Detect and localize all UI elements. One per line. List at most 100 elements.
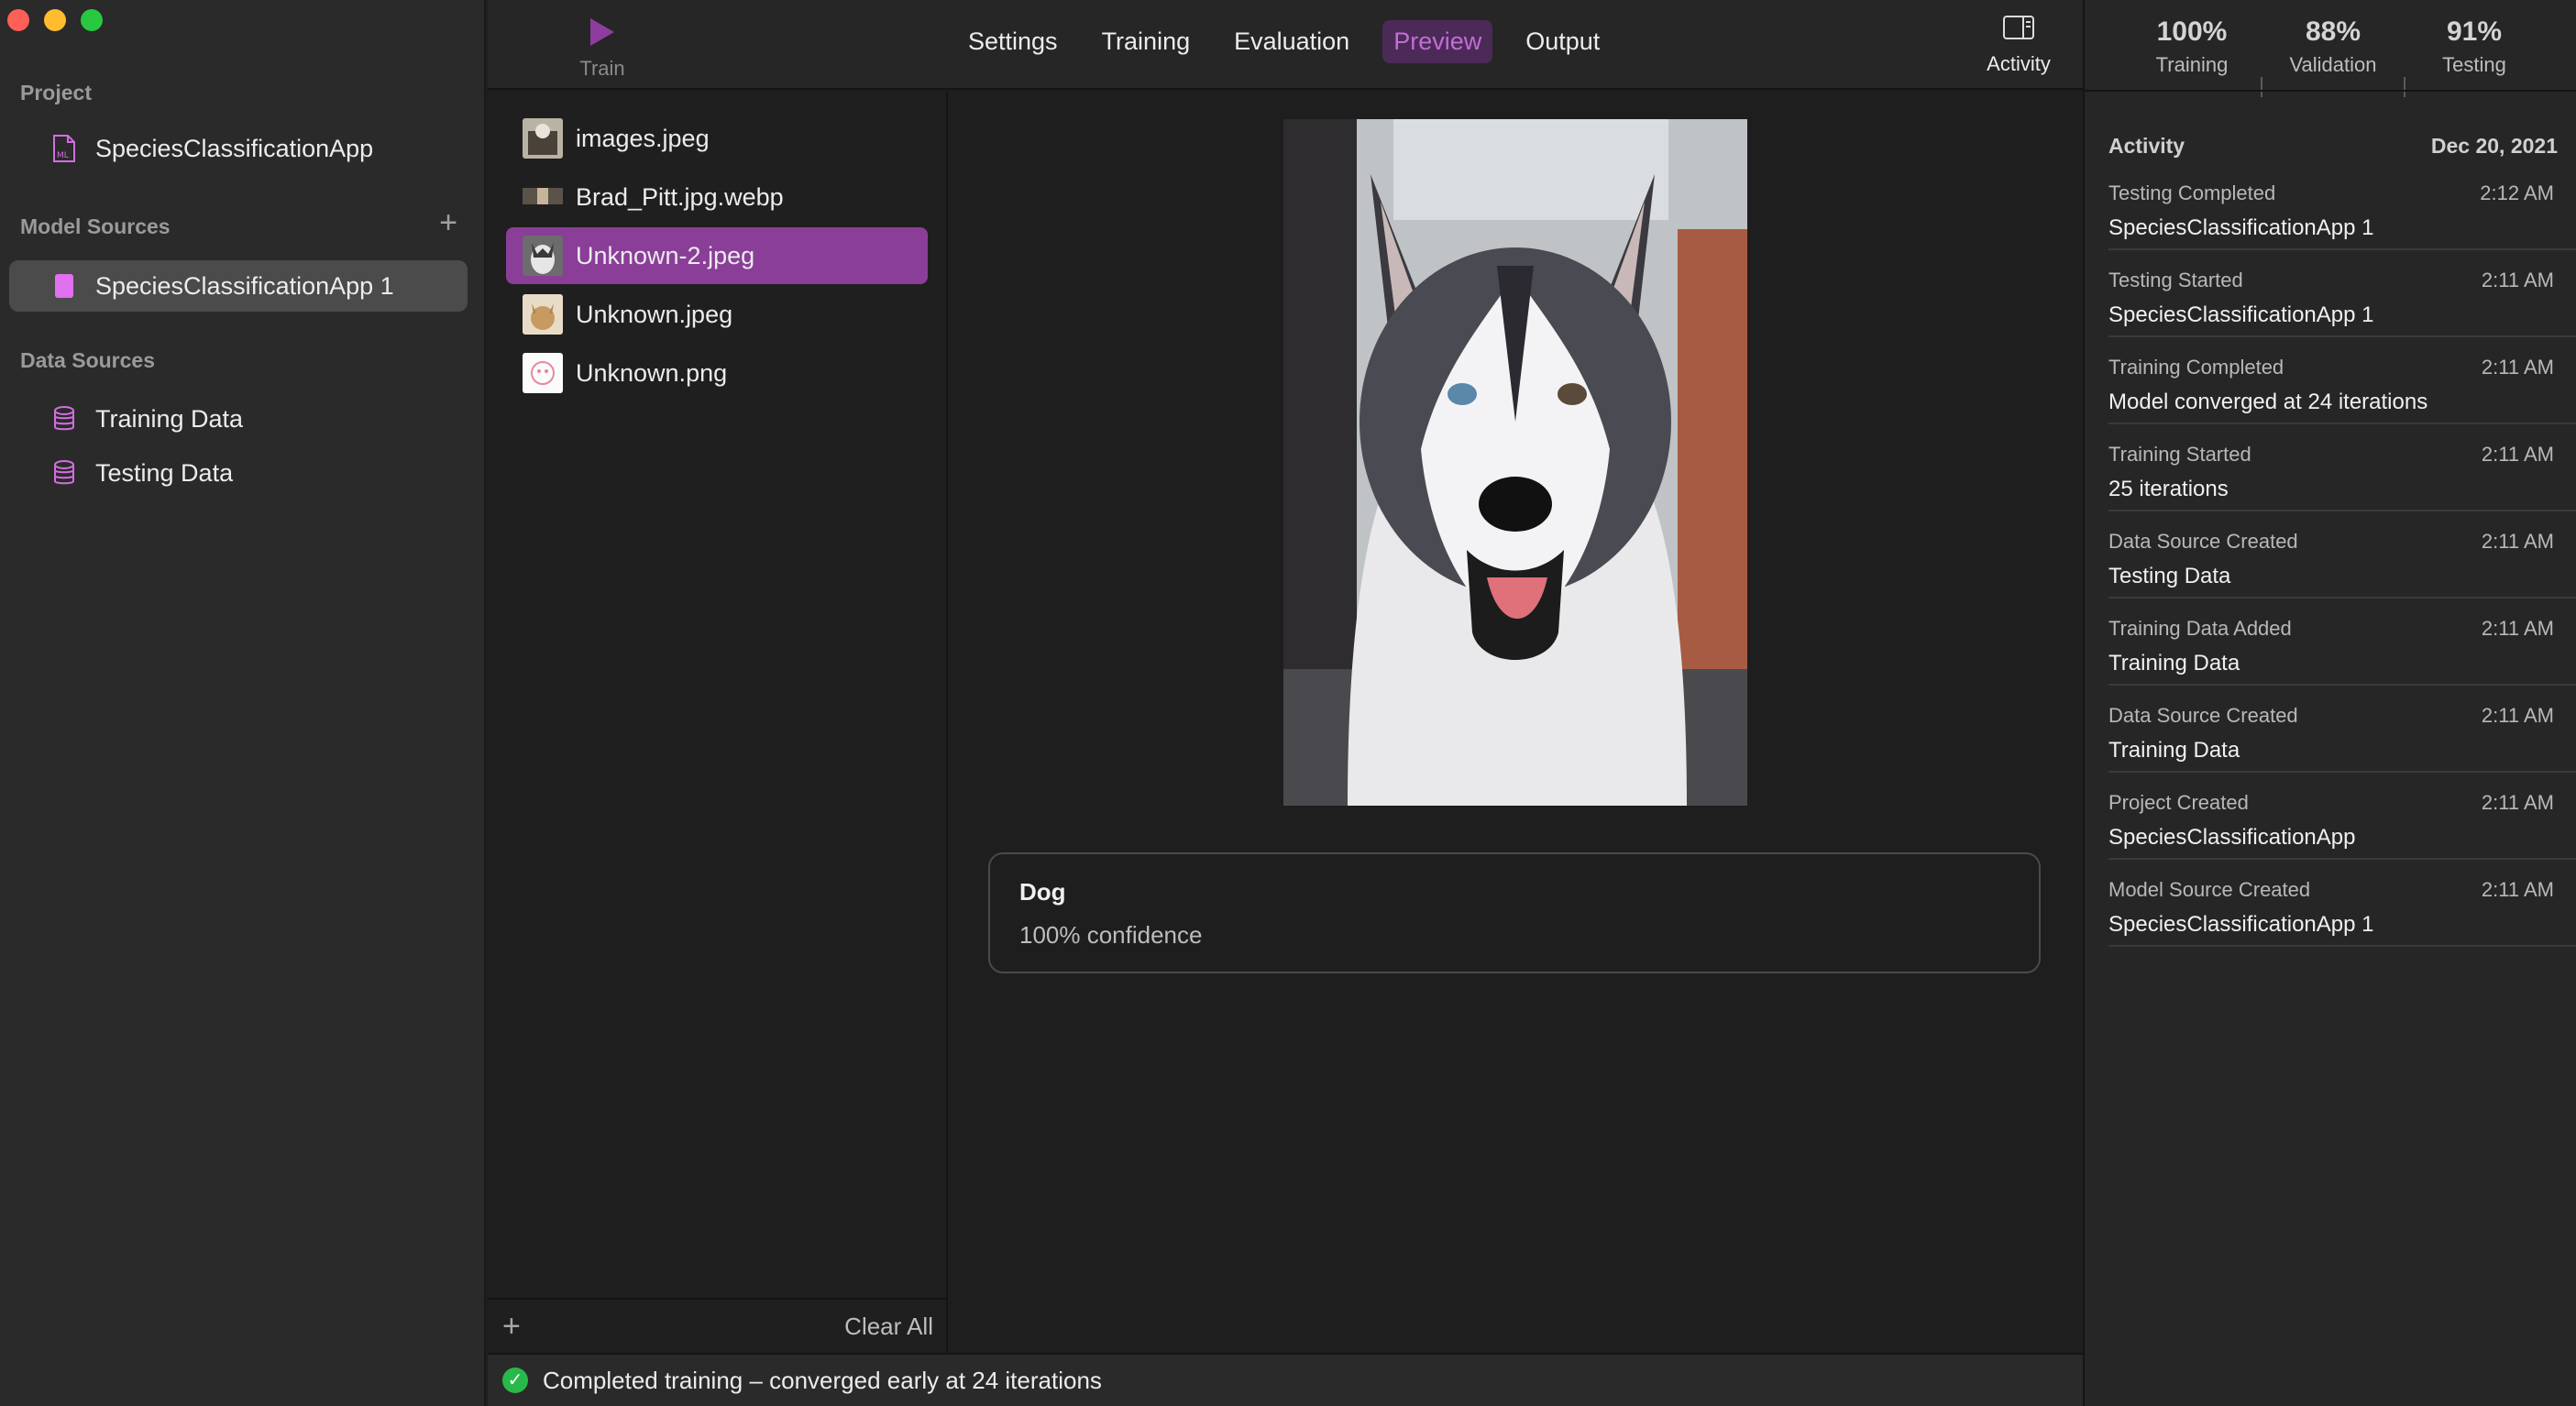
file-item[interactable]: Unknown.png bbox=[506, 345, 928, 401]
activity-event: Testing Started bbox=[2108, 269, 2243, 291]
file-item[interactable]: Unknown.jpeg bbox=[506, 286, 928, 343]
prediction-confidence: 100% confidence bbox=[1019, 921, 1203, 949]
activity-detail: Training Data bbox=[2108, 738, 2240, 763]
ml-document-icon: ML bbox=[53, 135, 75, 162]
list-item: Training Started 2:11 AM 25 iterations bbox=[2108, 424, 2576, 511]
testing-caption: Testing bbox=[2442, 53, 2506, 76]
activity-detail: Training Data bbox=[2108, 651, 2240, 676]
list-item: Project Created 2:11 AM SpeciesClassific… bbox=[2108, 773, 2576, 860]
image-thumbnail bbox=[523, 177, 563, 217]
clear-all-button[interactable]: Clear All bbox=[844, 1313, 933, 1341]
play-icon bbox=[590, 18, 614, 46]
file-name: Brad_Pitt.jpg.webp bbox=[576, 182, 784, 211]
image-thumbnail bbox=[523, 118, 563, 159]
activity-event: Data Source Created bbox=[2108, 530, 2298, 553]
activity-detail: SpeciesClassificationApp bbox=[2108, 825, 2356, 850]
svg-text:ML: ML bbox=[57, 151, 69, 160]
activity-time: 2:12 AM bbox=[2480, 181, 2554, 204]
activity-event: Data Source Created bbox=[2108, 704, 2298, 727]
list-item: Data Source Created 2:11 AM Training Dat… bbox=[2108, 686, 2576, 773]
file-name: Unknown.png bbox=[576, 358, 728, 387]
prediction-label: Dog bbox=[1019, 878, 1066, 906]
zoom-window-button[interactable] bbox=[81, 9, 103, 31]
sidebar-item-project[interactable]: ML SpeciesClassificationApp bbox=[9, 123, 468, 174]
tab-evaluation[interactable]: Evaluation bbox=[1223, 20, 1360, 63]
activity-detail: Model converged at 24 iterations bbox=[2108, 390, 2428, 414]
validation-metric: 88% Validation bbox=[2264, 16, 2402, 77]
activity-event: Testing Completed bbox=[2108, 181, 2276, 204]
activity-detail: SpeciesClassificationApp 1 bbox=[2108, 912, 2374, 937]
database-icon bbox=[54, 460, 74, 485]
tab-settings[interactable]: Settings bbox=[957, 20, 1069, 63]
activity-detail: 25 iterations bbox=[2108, 477, 2229, 501]
data-sources-section-title: Data Sources bbox=[20, 348, 156, 372]
tab-output[interactable]: Output bbox=[1514, 20, 1611, 63]
sidebar-item-testing-data[interactable]: Testing Data bbox=[9, 447, 468, 499]
testing-metric: 91% Testing bbox=[2405, 16, 2543, 77]
preview-image bbox=[1283, 119, 1747, 806]
activity-event: Project Created bbox=[2108, 791, 2249, 814]
sidebar-item-label: SpeciesClassificationApp bbox=[95, 134, 374, 162]
validation-caption: Validation bbox=[2289, 53, 2377, 76]
train-label: Train bbox=[579, 57, 625, 80]
file-name: images.jpeg bbox=[576, 124, 710, 152]
list-item: Model Source Created 2:11 AM SpeciesClas… bbox=[2108, 860, 2576, 947]
close-window-button[interactable] bbox=[7, 9, 29, 31]
minimize-window-button[interactable] bbox=[44, 9, 66, 31]
tab-preview[interactable]: Preview bbox=[1382, 20, 1493, 63]
husky-photo bbox=[1283, 119, 1747, 806]
activity-panel: 100% Training 88% Validation 91% Testing… bbox=[2083, 0, 2576, 1406]
window-controls bbox=[7, 9, 103, 31]
database-icon bbox=[54, 406, 74, 431]
image-thumbnail bbox=[523, 294, 563, 335]
file-item[interactable]: Unknown-2.jpeg bbox=[506, 227, 928, 284]
file-list-footer: + Clear All bbox=[488, 1298, 948, 1353]
activity-date: Dec 20, 2021 bbox=[2430, 134, 2558, 158]
activity-detail: Testing Data bbox=[2108, 564, 2231, 588]
sidebar-item-label: Training Data bbox=[95, 404, 244, 433]
preview-area: Dog 100% confidence bbox=[948, 92, 2083, 1353]
activity-time: 2:11 AM bbox=[2481, 704, 2554, 727]
model-icon bbox=[55, 274, 73, 298]
train-button[interactable]: Train bbox=[543, 15, 662, 82]
sidebar: Project ML SpeciesClassificationApp Mode… bbox=[0, 0, 486, 1406]
training-accuracy: 100% bbox=[2156, 16, 2228, 47]
activity-title: Activity bbox=[2108, 134, 2185, 158]
sidebar-item-training-data[interactable]: Training Data bbox=[9, 393, 468, 445]
file-item[interactable]: Brad_Pitt.jpg.webp bbox=[506, 169, 928, 225]
add-model-source-button[interactable]: + bbox=[435, 207, 462, 238]
add-file-button[interactable]: + bbox=[502, 1311, 521, 1342]
validation-accuracy: 88% bbox=[2305, 16, 2361, 47]
activity-time: 2:11 AM bbox=[2481, 878, 2554, 901]
sidebar-item-label: SpeciesClassificationApp 1 bbox=[95, 271, 394, 300]
file-list: images.jpeg Brad_Pitt.jpg.webp Unknown-2… bbox=[488, 92, 948, 1353]
project-section-title: Project bbox=[20, 81, 92, 104]
toolbar: Train Settings Training Evaluation Previ… bbox=[488, 0, 2083, 90]
divider bbox=[2261, 77, 2262, 97]
tab-training[interactable]: Training bbox=[1091, 20, 1202, 63]
list-item: Testing Completed 2:12 AM SpeciesClassif… bbox=[2108, 163, 2576, 250]
sidebar-right-icon bbox=[2003, 16, 2034, 39]
list-item: Training Completed 2:11 AM Model converg… bbox=[2108, 337, 2576, 424]
activity-event: Training Data Added bbox=[2108, 617, 2292, 640]
list-item: Data Source Created 2:11 AM Testing Data bbox=[2108, 511, 2576, 599]
activity-label: Activity bbox=[1987, 52, 2051, 75]
tab-bar: Settings Training Evaluation Preview Out… bbox=[957, 20, 1633, 63]
activity-detail: SpeciesClassificationApp 1 bbox=[2108, 302, 2374, 327]
activity-time: 2:11 AM bbox=[2481, 617, 2554, 640]
activity-toggle-button[interactable]: Activity bbox=[1973, 15, 2064, 76]
activity-time: 2:11 AM bbox=[2481, 356, 2554, 379]
activity-time: 2:11 AM bbox=[2481, 530, 2554, 553]
image-thumbnail bbox=[523, 353, 563, 393]
file-item[interactable]: images.jpeg bbox=[506, 110, 928, 167]
activity-event: Training Started bbox=[2108, 443, 2251, 466]
sidebar-item-model-source[interactable]: SpeciesClassificationApp 1 bbox=[9, 260, 468, 312]
activity-event: Model Source Created bbox=[2108, 878, 2311, 901]
activity-list: Testing Completed 2:12 AM SpeciesClassif… bbox=[2108, 163, 2576, 947]
activity-detail: SpeciesClassificationApp 1 bbox=[2108, 215, 2374, 240]
prediction-result: Dog 100% confidence bbox=[988, 852, 2041, 973]
training-caption: Training bbox=[2155, 53, 2229, 76]
activity-header: Activity Dec 20, 2021 bbox=[2108, 134, 2558, 159]
activity-time: 2:11 AM bbox=[2481, 443, 2554, 466]
divider bbox=[2085, 90, 2576, 92]
